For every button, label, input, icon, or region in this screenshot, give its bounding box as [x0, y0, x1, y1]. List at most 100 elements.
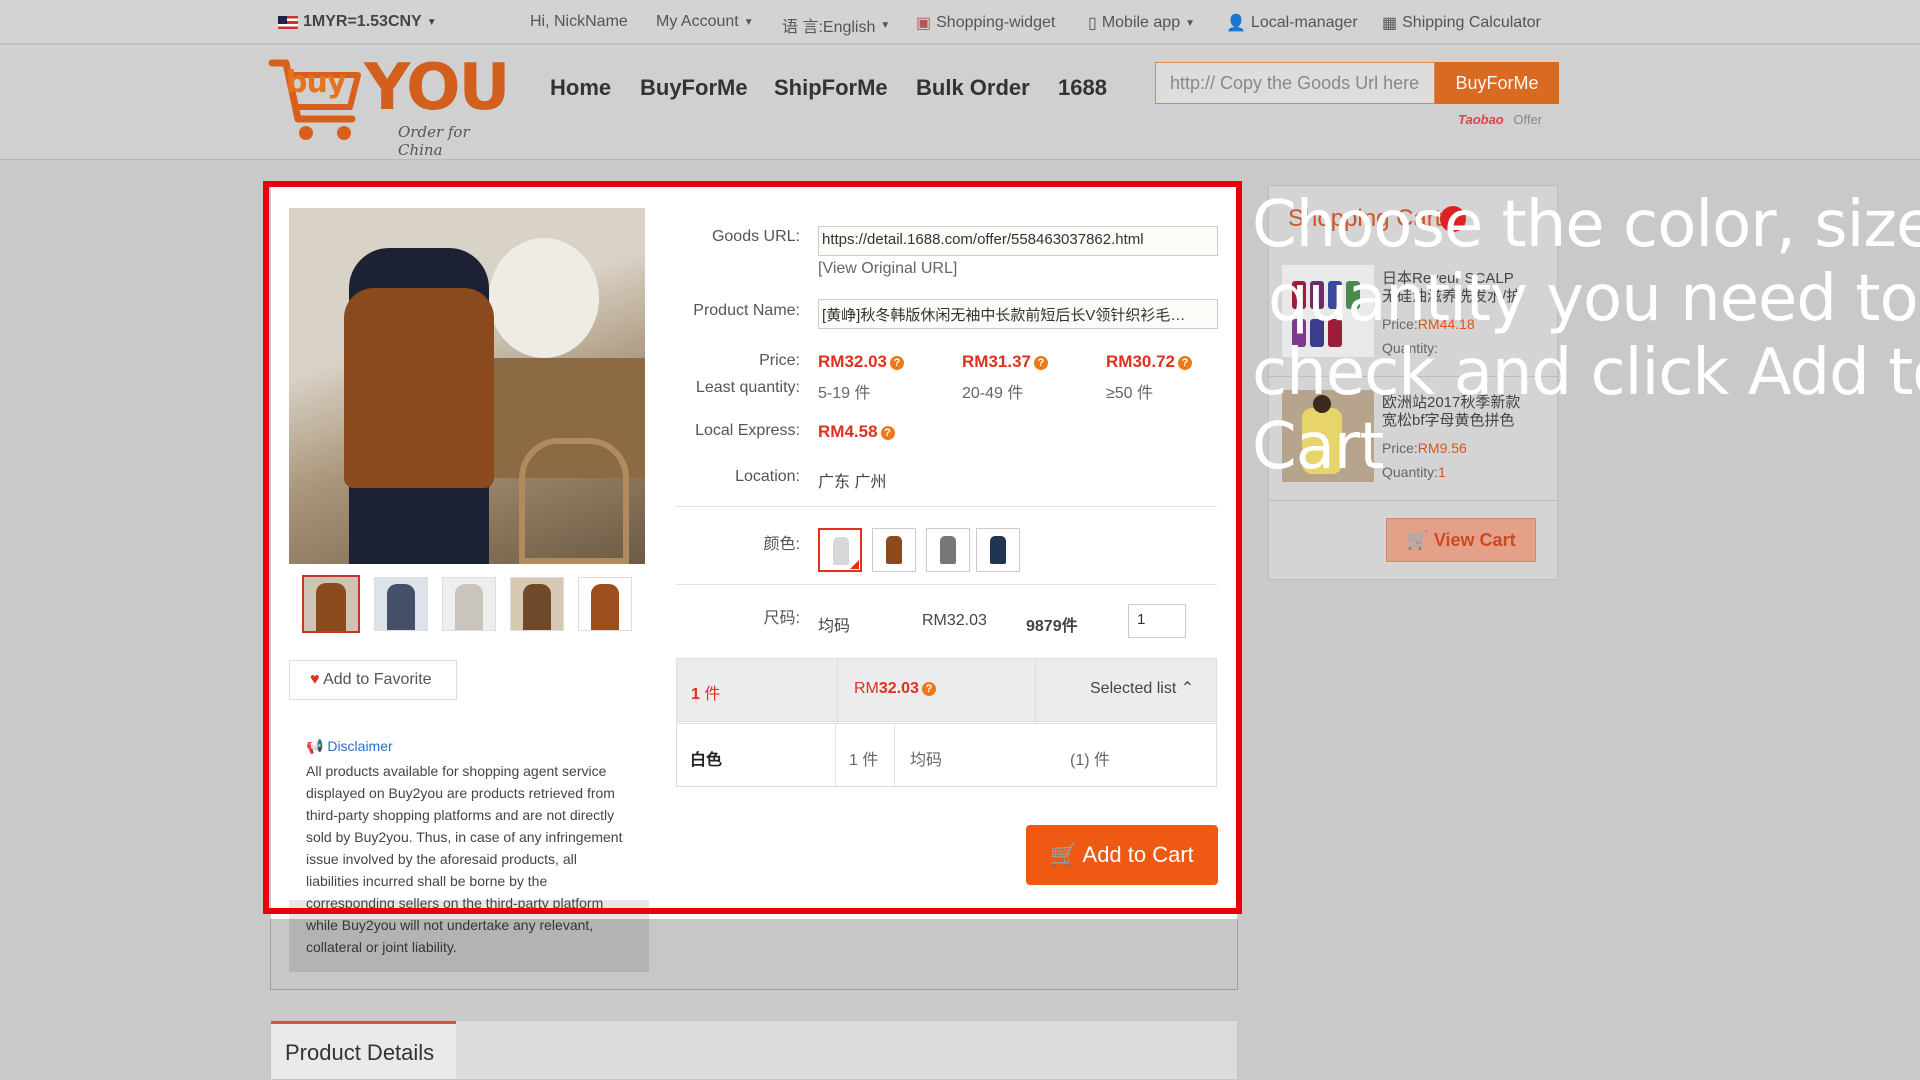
- product-name-field[interactable]: [黄峥]秋冬韩版休闲无袖中长款前短后长V领针织衫毛…: [818, 299, 1218, 329]
- color-swatch-gray[interactable]: [926, 528, 970, 572]
- price-tier-3: RM30.72?: [1106, 352, 1192, 372]
- local-express-label: Local Express:: [695, 422, 800, 439]
- instruction-line-2: quantity you need to: [1268, 262, 1919, 336]
- logo-buy-text: buy: [286, 65, 346, 100]
- user-plus-icon: 👤: [1226, 15, 1246, 32]
- widget-icon: ▣: [916, 15, 932, 32]
- summary-count-value: 1: [691, 686, 700, 703]
- local-express-value: RM4.58: [818, 422, 878, 441]
- buyyou-logo[interactable]: buy YOU Order for China: [268, 51, 518, 159]
- size-option: 均码: [818, 618, 851, 635]
- instruction-line-1: Choose the color, size,: [1252, 188, 1920, 262]
- view-cart-button[interactable]: 🛒 View Cart: [1386, 518, 1536, 562]
- price-tier-3-value: RM30.72: [1106, 352, 1175, 371]
- caret-down-icon: ▼: [426, 16, 437, 28]
- nav-buyforme[interactable]: BuyForMe: [640, 75, 748, 101]
- goods-url-search-input[interactable]: http:// Copy the Goods Url here: [1155, 62, 1435, 104]
- price-tier-1: RM32.03?: [818, 352, 904, 372]
- greeting-label: Hi, NickName: [530, 13, 628, 30]
- nav-bulk-order[interactable]: Bulk Order: [916, 75, 1030, 101]
- caret-down-icon: ▼: [1185, 17, 1195, 29]
- heart-icon: ♥: [310, 671, 320, 688]
- thumbnail-1[interactable]: [302, 575, 360, 633]
- logo-you-text: YOU: [364, 51, 510, 125]
- local-manager-label: Local-manager: [1250, 14, 1358, 31]
- selected-count: (1) 件: [1070, 752, 1111, 769]
- dim-overlay: [270, 919, 1238, 990]
- caret-down-icon: ▼: [880, 19, 891, 31]
- view-cart-label: View Cart: [1433, 530, 1516, 550]
- chevron-up-icon: ⌃: [1180, 680, 1195, 697]
- my-account-menu[interactable]: My Account ▼: [656, 13, 754, 31]
- instruction-line-3: check and click Add to: [1252, 336, 1920, 410]
- color-label: 颜色:: [763, 536, 800, 553]
- help-icon[interactable]: ?: [921, 681, 936, 696]
- nav-1688[interactable]: 1688: [1058, 75, 1107, 101]
- product-thumbnails: [302, 575, 632, 633]
- divider: [676, 506, 1217, 507]
- nav-shipforme[interactable]: ShipForMe: [774, 75, 888, 101]
- quantity-tier-3: ≥50 件: [1106, 385, 1154, 402]
- mobile-app-menu[interactable]: ▯ Mobile app ▼: [1088, 13, 1195, 33]
- color-swatch-brown[interactable]: [872, 528, 916, 572]
- add-to-cart-label: Add to Cart: [1082, 842, 1194, 867]
- shipping-calculator-link[interactable]: ▦ Shipping Calculator: [1382, 13, 1541, 33]
- quantity-input[interactable]: 1: [1128, 604, 1186, 638]
- nav-home[interactable]: Home: [550, 75, 611, 101]
- location-label: Location:: [735, 468, 800, 485]
- add-to-cart-button[interactable]: 🛒 Add to Cart: [1026, 825, 1218, 885]
- offer-label: Offer: [1513, 112, 1543, 127]
- product-details-tabs: Product Details: [270, 1020, 1238, 1080]
- local-manager-link[interactable]: 👤 Local-manager: [1226, 13, 1358, 33]
- quantity-tier-1: 5-19 件: [818, 385, 871, 402]
- shipping-calculator-label: Shipping Calculator: [1402, 14, 1541, 31]
- buyforme-search-button[interactable]: BuyForMe: [1435, 62, 1559, 104]
- goods-url-label: Goods URL:: [711, 228, 800, 245]
- help-icon[interactable]: ?: [889, 355, 904, 370]
- local-express-fee: RM4.58?: [818, 422, 895, 442]
- mobile-app-label: Mobile app: [1101, 14, 1181, 31]
- color-swatch-white[interactable]: [818, 528, 862, 572]
- help-icon[interactable]: ?: [1033, 355, 1048, 370]
- selected-quantity: 1 件: [849, 752, 879, 769]
- divider: [676, 584, 1217, 585]
- instruction-overlay: Choose the color, size, quantity you nee…: [1252, 188, 1920, 484]
- color-swatch-navy[interactable]: [976, 528, 1020, 572]
- price-label: Price:: [759, 352, 800, 369]
- tab-product-details[interactable]: Product Details: [271, 1021, 456, 1079]
- disclaimer-title-label: Disclaimer: [327, 738, 393, 754]
- add-to-favorite-button[interactable]: ♥ Add to Favorite: [289, 660, 457, 700]
- help-icon[interactable]: ?: [880, 425, 895, 440]
- product-name-label: Product Name:: [693, 302, 800, 319]
- quantity-tier-2: 20-49 件: [962, 385, 1024, 402]
- view-original-url-link[interactable]: [View Original URL]: [818, 260, 957, 278]
- calculator-icon: ▦: [1382, 15, 1398, 32]
- taobao-offer[interactable]: Taobao Offer: [1458, 112, 1542, 127]
- summary-total-prefix: RM: [854, 680, 879, 697]
- size-stock: 9879件: [1026, 618, 1078, 635]
- summary-count: 1 件: [691, 680, 720, 704]
- least-quantity-label: Least quantity:: [695, 379, 800, 396]
- price-tier-2: RM31.37?: [962, 352, 1048, 372]
- help-icon[interactable]: ?: [1177, 355, 1192, 370]
- product-main-image[interactable]: [289, 208, 645, 564]
- selected-list-toggle[interactable]: Selected list ⌃: [1090, 678, 1194, 698]
- goods-url-field[interactable]: https://detail.1688.com/offer/5584630378…: [818, 226, 1218, 256]
- thumbnail-4[interactable]: [510, 577, 564, 631]
- currency-rate-label: 1MYR=1.53CNY: [303, 13, 422, 30]
- summary-total-value: 32.03: [878, 680, 919, 697]
- thumbnail-3[interactable]: [442, 577, 496, 631]
- greeting[interactable]: Hi, NickName: [530, 13, 628, 31]
- language-selector[interactable]: 语 言:English ▼: [782, 13, 890, 37]
- instruction-line-4: Cart: [1252, 410, 1384, 484]
- caret-down-icon: ▼: [743, 16, 754, 28]
- currency-rate-selector[interactable]: 1MYR=1.53CNY ▼: [278, 13, 437, 31]
- thumbnail-2[interactable]: [374, 577, 428, 631]
- shopping-widget-link[interactable]: ▣ Shopping-widget: [916, 13, 1055, 33]
- selected-list-table: [676, 723, 1217, 787]
- thumbnail-5[interactable]: [578, 577, 632, 631]
- summary-count-unit: 件: [704, 686, 721, 703]
- price-tier-2-value: RM31.37: [962, 352, 1031, 371]
- disclaimer-title[interactable]: 📢 Disclaimer: [306, 738, 393, 755]
- price-tier-1-value: RM32.03: [818, 352, 887, 371]
